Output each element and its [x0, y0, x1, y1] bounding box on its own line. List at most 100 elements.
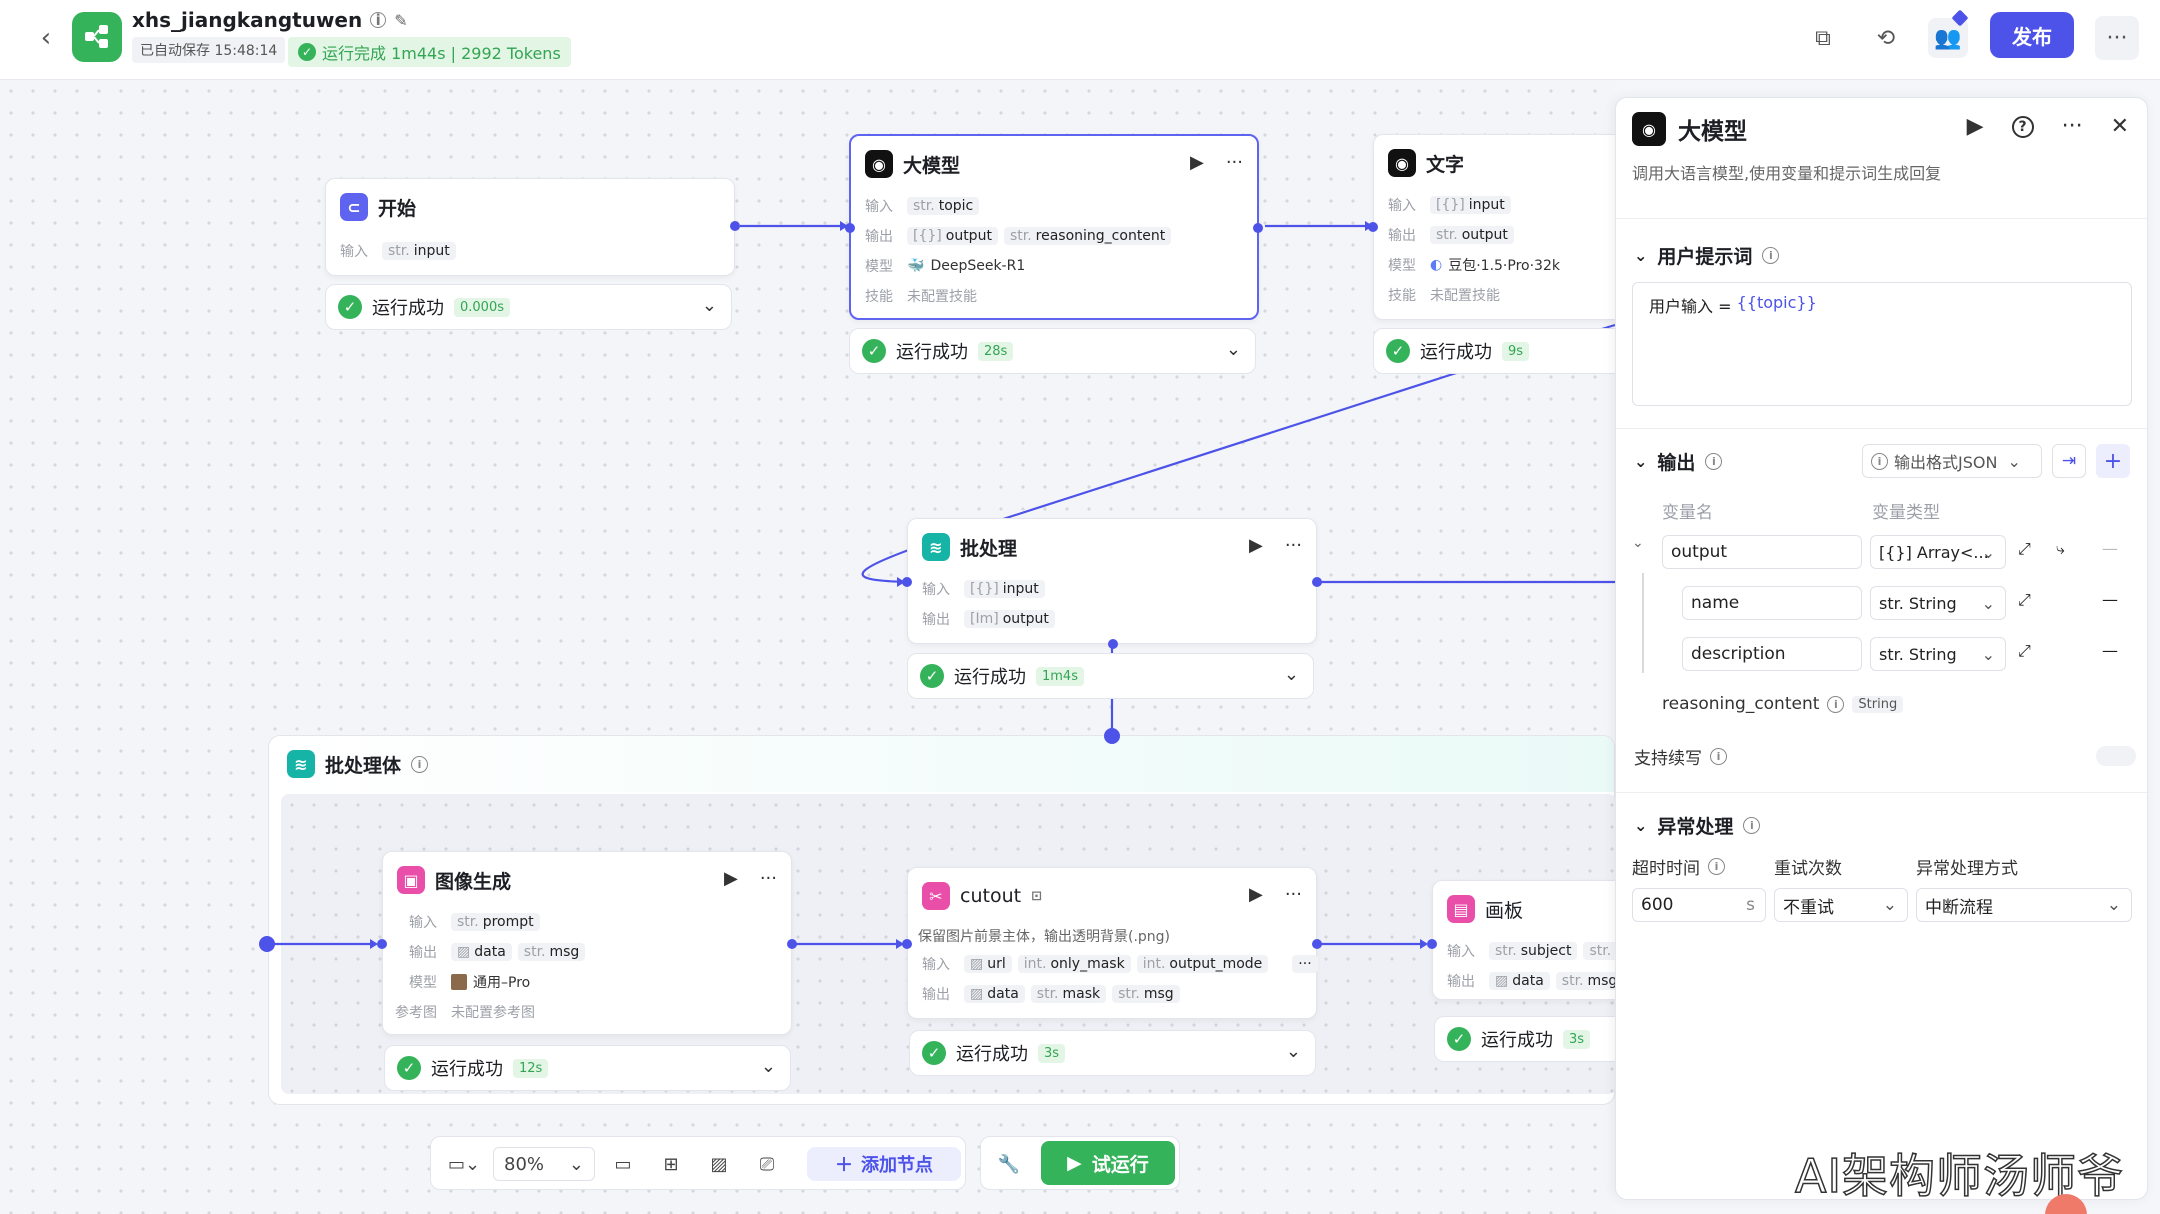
expand-icon[interactable]: ⤢ [2018, 590, 2031, 610]
more-icon[interactable]: ··· [2062, 114, 2083, 139]
input-port[interactable] [902, 577, 912, 587]
bottom-port[interactable] [1108, 639, 1118, 649]
input-port[interactable] [377, 939, 387, 949]
canvas-toolbar: ▭⌄ 80% ⌄ ▭ ⊞ ▨ ⎚ ＋添加节点 [430, 1136, 966, 1190]
chevron-down-icon[interactable]: ⌄ [1632, 535, 1644, 551]
back-icon[interactable]: ‹ [30, 22, 62, 54]
node-title: 开始 [378, 197, 417, 220]
edit-icon[interactable]: ✎ [394, 11, 407, 30]
zoom-select[interactable]: 80% ⌄ [493, 1147, 595, 1181]
test-run-button[interactable]: ▶ 试运行 [1041, 1141, 1175, 1185]
more-icon[interactable]: ··· [1226, 152, 1243, 173]
chevron-down-icon[interactable]: ⌄ [1634, 816, 1647, 835]
output-port[interactable] [787, 939, 797, 949]
chevron-down-icon[interactable]: ⌄ [1634, 452, 1647, 471]
status-text: 运行成功 [956, 1044, 1028, 1065]
timeout-input[interactable]: 600 s [1632, 888, 1766, 922]
note-icon[interactable]: ⎚ [749, 1147, 785, 1181]
chevron-down-icon: ⌄ [1981, 542, 1995, 562]
history-icon[interactable]: ⟲ [1866, 18, 1906, 58]
duration-badge: 1m4s [1036, 666, 1084, 686]
input-port[interactable] [1427, 939, 1437, 949]
remove-icon[interactable]: — [2102, 590, 2118, 609]
status-start[interactable]: ✓ 运行成功 0.000s ⌄ [325, 284, 732, 330]
copy-icon[interactable]: ⧉ [1803, 18, 1843, 58]
var-name-input[interactable]: name [1682, 586, 1862, 620]
handling-select[interactable]: 中断流程 ⌄ [1916, 888, 2132, 922]
play-icon[interactable]: ▶ [1190, 152, 1204, 173]
more-icon[interactable]: ··· [760, 868, 777, 889]
node-cutout[interactable]: ✂ cutout ⊡ ▶ ··· 保留图片前景主体，输出透明背景(.png) 输入 ▨ u… [902, 867, 1322, 1019]
node-batch[interactable]: ≋ 批处理 ▶ ··· 输入 [{}] input 输出 [Im] output [902, 518, 1322, 649]
expand-icon[interactable]: ⤢ [2018, 641, 2031, 661]
input-port[interactable] [845, 223, 855, 233]
collaborators-icon[interactable]: 👥 [1928, 9, 1969, 58]
more-icon[interactable]: ··· [1285, 535, 1302, 556]
node-start[interactable]: ⊂ 开始 输入 str. input [325, 178, 740, 276]
status-llm[interactable]: ✓ 运行成功 28s ⌄ [849, 328, 1256, 374]
info-icon: i [1871, 452, 1888, 470]
remove-icon[interactable]: — [2102, 539, 2118, 558]
help-icon[interactable]: ? [2011, 115, 2034, 138]
var-type-select[interactable]: str. String ⌄ [1870, 637, 2006, 671]
node-image-gen[interactable]: ▣ 图像生成 ▶ ··· 输入 str. prompt 输出 ▨ data str. msg 模… [377, 851, 797, 1035]
wrench-icon[interactable]: 🔧 [991, 1147, 1027, 1181]
chevron-down-icon: ⌄ [1882, 895, 1897, 915]
more-icon[interactable]: ··· [1285, 884, 1302, 905]
more-icon[interactable]: ··· [2095, 16, 2139, 60]
info-icon[interactable]: i [1708, 858, 1725, 875]
check-circle-icon: ✓ [920, 664, 944, 688]
chevron-down-icon[interactable]: ⌄ [1634, 246, 1647, 265]
publish-button[interactable]: 发布 [1990, 12, 2074, 58]
output-port[interactable] [730, 221, 740, 231]
model-name: 通用–Pro [473, 975, 531, 991]
info-icon[interactable]: i [370, 11, 387, 29]
status-image-gen[interactable]: ✓ 运行成功 12s ⌄ [384, 1045, 791, 1091]
chevron-down-icon[interactable]: ⌄ [1226, 339, 1241, 360]
user-prompt-editor[interactable]: 用户输入 = {{topic}} [1632, 282, 2132, 406]
retry-select[interactable]: 不重试 ⌄ [1774, 888, 1908, 922]
continue-toggle[interactable] [2096, 746, 2136, 766]
chevron-down-icon[interactable]: ⌄ [702, 295, 717, 316]
chevron-down-icon[interactable]: ⌄ [761, 1056, 776, 1077]
param-tag: ▨ data [1489, 972, 1550, 990]
chevron-down-icon[interactable]: ⌄ [1286, 1041, 1301, 1062]
info-icon[interactable]: i [411, 755, 429, 773]
input-port[interactable] [1368, 222, 1378, 232]
add-node-button[interactable]: ＋添加节点 [807, 1147, 961, 1181]
image-icon[interactable]: ▨ [701, 1147, 737, 1181]
info-icon[interactable]: i [1743, 817, 1761, 834]
play-icon[interactable]: ▶ [1249, 535, 1263, 556]
expand-icon[interactable]: ⤢ [2018, 539, 2031, 559]
more-params-icon[interactable]: ··· [1292, 955, 1318, 973]
remove-icon[interactable]: — [2102, 641, 2118, 660]
comment-icon[interactable]: ▭ [605, 1147, 641, 1181]
chevron-down-icon: ⌄ [2007, 451, 2021, 471]
minimap-toggle[interactable]: ▭⌄ [439, 1147, 489, 1181]
play-icon[interactable]: ▶ [1967, 114, 1984, 139]
layout-icon[interactable]: ⊞ [653, 1147, 689, 1181]
output-format-select[interactable]: i 输出格式JSON ⌄ [1862, 444, 2042, 478]
var-type-select[interactable]: str. String ⌄ [1870, 586, 2006, 620]
input-port[interactable] [902, 939, 912, 949]
chevron-down-icon[interactable]: ⌄ [1284, 664, 1299, 685]
import-icon[interactable]: ⇥ [2052, 444, 2086, 478]
info-icon[interactable]: i [1710, 748, 1727, 765]
var-name-input[interactable]: output [1662, 535, 1862, 569]
status-cutout[interactable]: ✓ 运行成功 3s ⌄ [909, 1030, 1316, 1076]
play-icon[interactable]: ▶ [1249, 884, 1263, 905]
play-icon[interactable]: ▶ [724, 868, 738, 889]
info-icon[interactable]: i [1705, 453, 1723, 470]
info-icon[interactable]: i [1827, 695, 1845, 713]
var-name-input[interactable]: description [1682, 637, 1862, 671]
add-child-icon[interactable]: ⤷ [2056, 539, 2065, 559]
output-port[interactable] [1312, 577, 1322, 587]
close-icon[interactable]: ✕ [2111, 114, 2129, 139]
status-batch[interactable]: ✓ 运行成功 1m4s ⌄ [907, 653, 1314, 699]
info-icon[interactable]: i [1762, 247, 1780, 264]
var-type-select[interactable]: [{}] Array<... ⌄ [1870, 535, 2006, 569]
output-port[interactable] [1253, 223, 1263, 233]
output-port[interactable] [1312, 939, 1322, 949]
add-icon[interactable]: + [2096, 444, 2130, 478]
node-llm[interactable]: ◉ 大模型 ▶ ··· 输入 str. topic 输出 [{}] output str. re… [845, 134, 1263, 320]
